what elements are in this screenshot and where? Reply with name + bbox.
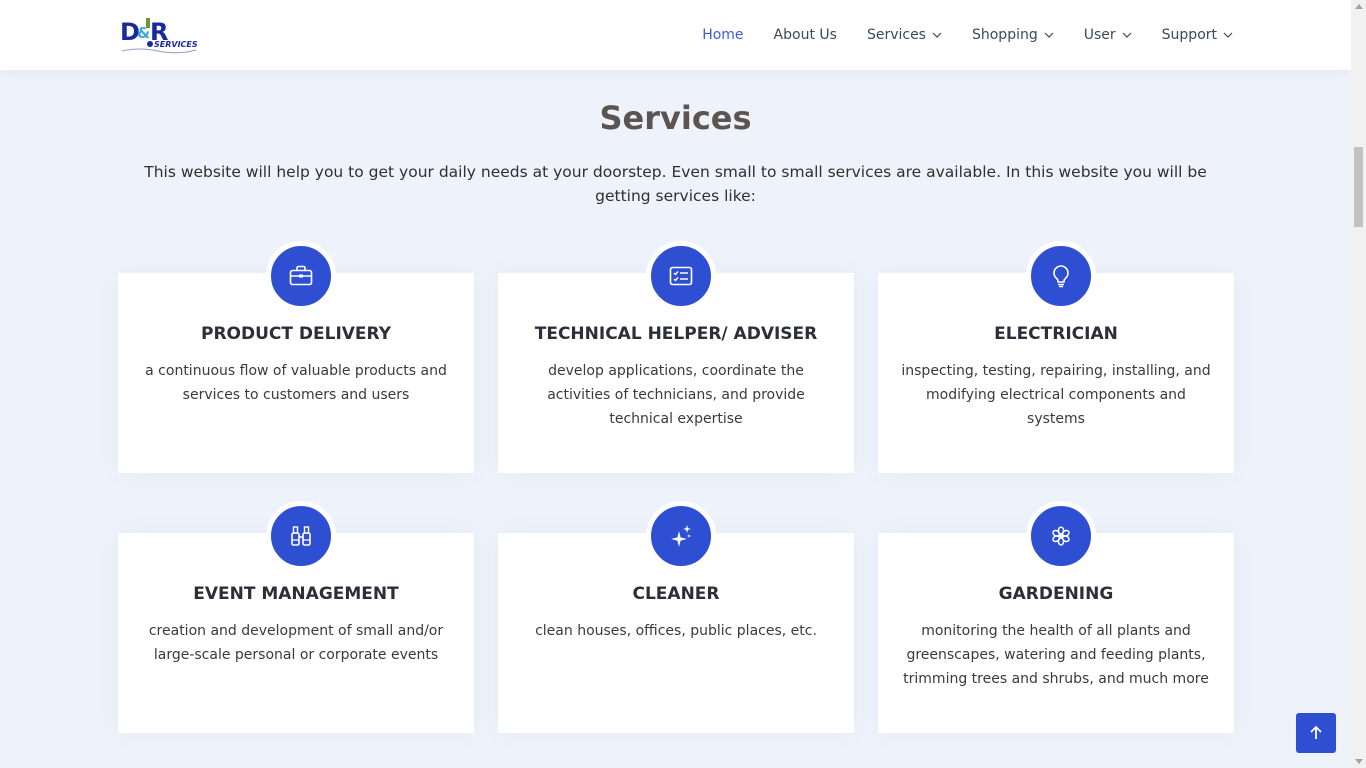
- nav-about-us-label: About Us: [773, 27, 837, 43]
- nav-home-label: Home: [702, 27, 744, 43]
- nav-support[interactable]: Support: [1162, 27, 1233, 43]
- binoculars-icon: [291, 526, 311, 546]
- service-card-title: ELECTRICIAN: [994, 324, 1118, 344]
- service-card-text: develop applications, coordinate the act…: [547, 363, 805, 427]
- nav-shopping-label: Shopping: [971, 27, 1038, 43]
- lightbulb-icon: [1053, 265, 1069, 288]
- service-card-event-management[interactable]: EVENT MANAGEMENT creation and developmen…: [118, 501, 474, 733]
- chevron-down-icon: [1044, 32, 1054, 38]
- nav-user[interactable]: User: [1084, 27, 1132, 43]
- top-navbar: D & R SERVICES Home About Us Services Sh…: [0, 0, 1351, 70]
- site-logo[interactable]: D & R SERVICES: [118, 14, 202, 56]
- nav-support-label: Support: [1161, 27, 1217, 43]
- service-card-text: creation and development of small and/or…: [148, 623, 444, 663]
- service-card-text: monitoring the health of all plants and …: [903, 623, 1209, 687]
- service-card-text: clean houses, offices, public places, et…: [535, 623, 817, 639]
- service-card-title: CLEANER: [632, 584, 720, 604]
- service-card-text: a continuous flow of valuable products a…: [145, 363, 447, 403]
- service-card-title: GARDENING: [998, 584, 1114, 604]
- chevron-down-icon: [1122, 32, 1132, 38]
- briefcase-icon: [289, 265, 313, 286]
- service-icon-badge: [1026, 501, 1096, 571]
- scroll-up-arrow-icon[interactable]: [1355, 4, 1363, 9]
- page-scrollbar[interactable]: [1351, 0, 1366, 768]
- nav-home[interactable]: Home: [702, 27, 743, 43]
- service-card-title: EVENT MANAGEMENT: [193, 584, 399, 604]
- service-card-gardening[interactable]: GARDENING monitoring the health of all p…: [878, 501, 1234, 733]
- service-card-cleaner[interactable]: CLEANER clean houses, offices, public pl…: [498, 501, 854, 733]
- service-card-text: inspecting, testing, repairing, installi…: [901, 363, 1211, 427]
- service-icon-badge: [646, 241, 716, 311]
- service-icon-badge: [1026, 241, 1096, 311]
- main-nav: Home About Us Services Shopping User Sup…: [672, 0, 1233, 70]
- service-icon-badge: [646, 501, 716, 571]
- nav-services[interactable]: Services: [867, 27, 942, 43]
- nav-about-us[interactable]: About Us: [774, 27, 837, 43]
- nav-user-label: User: [1083, 27, 1116, 43]
- arrow-up-icon: [1310, 725, 1322, 739]
- chevron-down-icon: [932, 32, 942, 38]
- card-checklist-icon: [669, 266, 693, 286]
- service-card-title: PRODUCT DELIVERY: [200, 324, 392, 344]
- section-description: This website will help you to get your d…: [144, 163, 1207, 205]
- nav-services-label: Services: [866, 27, 926, 43]
- service-card-technical-helper[interactable]: TECHNICAL HELPER/ ADVISER develop applic…: [498, 241, 854, 473]
- svg-text:SERVICES: SERVICES: [154, 40, 198, 49]
- page: D & R SERVICES Home About Us Services Sh…: [0, 0, 1351, 768]
- scrollbar-thumb[interactable]: [1354, 147, 1363, 227]
- scroll-down-arrow-icon[interactable]: [1355, 759, 1363, 764]
- section-title: Services: [599, 99, 752, 137]
- stars-icon: [671, 525, 691, 547]
- service-card-product-delivery[interactable]: PRODUCT DELIVERY a continuous flow of va…: [118, 241, 474, 473]
- service-icon-badge: [266, 241, 336, 311]
- service-card-title: TECHNICAL HELPER/ ADVISER: [534, 324, 818, 344]
- chevron-down-icon: [1223, 32, 1233, 38]
- back-to-top-button[interactable]: [1296, 713, 1336, 753]
- flower-icon: [1052, 526, 1070, 546]
- service-card-electrician[interactable]: ELECTRICIAN inspecting, testing, repairi…: [878, 241, 1234, 473]
- service-icon-badge: [266, 501, 336, 571]
- nav-shopping[interactable]: Shopping: [972, 27, 1054, 43]
